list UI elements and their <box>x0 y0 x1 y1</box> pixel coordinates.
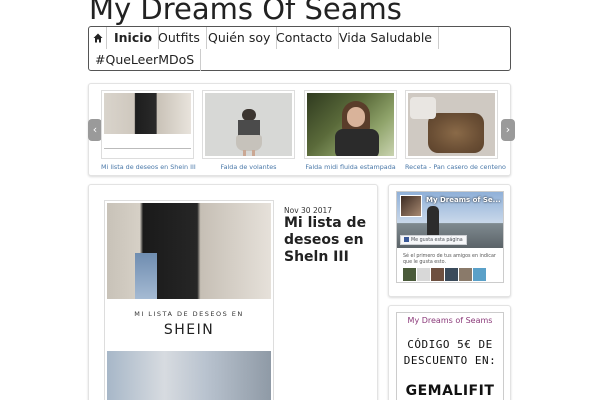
nav-home-button[interactable] <box>89 27 107 49</box>
post-title[interactable]: Mi lista de deseos en Sheln III <box>284 215 376 266</box>
promo-code: GEMALIFIT <box>405 383 495 399</box>
facebook-widget: My Dreams of Se... Me gusta esta página … <box>388 184 511 297</box>
chevron-left-icon: ‹ <box>92 123 98 136</box>
slide-caption[interactable]: Receta - Pan casero de centeno <box>405 163 506 171</box>
featured-slider: ‹ Mi lista de deseos en Shein III Falda … <box>88 83 515 176</box>
post-image-text-line2: SHEIN <box>163 322 215 338</box>
post-image[interactable]: MI LISTA DE DESEOS EN SHEIN <box>104 200 274 400</box>
avatar[interactable] <box>473 268 486 281</box>
slide-item[interactable]: Falda de volantes <box>202 90 295 171</box>
slide-thumbnail[interactable] <box>304 90 397 159</box>
slide-caption[interactable]: Falda de volantes <box>202 163 295 171</box>
home-icon <box>93 33 102 43</box>
slide-caption[interactable]: Mi lista de deseos en Shein III <box>101 163 196 171</box>
avatar[interactable] <box>417 268 430 281</box>
nav-item-queleermdos[interactable]: #QueLeerMDoS <box>89 49 202 71</box>
slide-thumbnail[interactable] <box>101 90 194 159</box>
slide-thumbnail[interactable] <box>405 90 498 159</box>
slide-caption[interactable]: Falda midi fluida estampada <box>304 163 397 171</box>
nav-item-outfits[interactable]: Outfits <box>152 27 207 49</box>
nav-item-vida-saludable[interactable]: Vida Saludable <box>333 27 439 49</box>
avatar[interactable] <box>403 268 416 281</box>
slider-next-button[interactable]: › <box>501 119 515 141</box>
promo-line2: DESCUENTO EN: <box>403 354 497 367</box>
facebook-like-button[interactable]: Me gusta esta página <box>400 235 467 245</box>
nav-item-quien-soy[interactable]: Quién soy <box>202 27 278 49</box>
facebook-icon <box>404 237 409 242</box>
avatar[interactable] <box>431 268 444 281</box>
promo-banner[interactable]: My Dreams of Seams CÓDIGO 5€ DE DESCUENT… <box>396 312 504 400</box>
page: My Dreams Of Seams Inicio Outfits Quién … <box>0 0 600 400</box>
avatar[interactable] <box>400 195 422 217</box>
avatar[interactable] <box>459 268 472 281</box>
blog-post: MI LISTA DE DESEOS EN SHEIN Nov 30 2017 … <box>88 184 378 400</box>
promo-brand: My Dreams of Seams <box>407 316 493 325</box>
main-nav: Inicio Outfits Quién soy Contacto Vida S… <box>88 26 511 71</box>
slide-thumbnail[interactable] <box>202 90 295 159</box>
facebook-friends-text: Sé el primero de tus amigos en indicar q… <box>403 254 496 265</box>
slide-item[interactable]: Falda midi fluida estampada <box>304 90 397 171</box>
promo-widget: My Dreams of Seams CÓDIGO 5€ DE DESCUENT… <box>388 305 511 400</box>
facebook-like-label: Me gusta esta página <box>411 238 463 243</box>
avatar[interactable] <box>445 268 458 281</box>
site-title[interactable]: My Dreams Of Seams <box>89 0 402 26</box>
facebook-page-name[interactable]: My Dreams of Se... <box>426 196 501 204</box>
slide-item[interactable]: Receta - Pan casero de centeno <box>405 90 506 171</box>
facebook-friend-faces <box>403 268 486 281</box>
chevron-right-icon: › <box>505 123 511 136</box>
facebook-page-plugin[interactable]: My Dreams of Se... Me gusta esta página … <box>396 191 504 283</box>
promo-line1: CÓDIGO 5€ DE <box>407 338 493 351</box>
slide-item[interactable]: Mi lista de deseos en Shein III <box>101 90 196 171</box>
slider-prev-button[interactable]: ‹ <box>88 119 102 141</box>
post-image-text-line1: MI LISTA DE DESEOS EN <box>134 310 244 318</box>
post-date: Nov 30 2017 <box>284 206 333 215</box>
nav-item-contacto[interactable]: Contacto <box>270 27 340 49</box>
